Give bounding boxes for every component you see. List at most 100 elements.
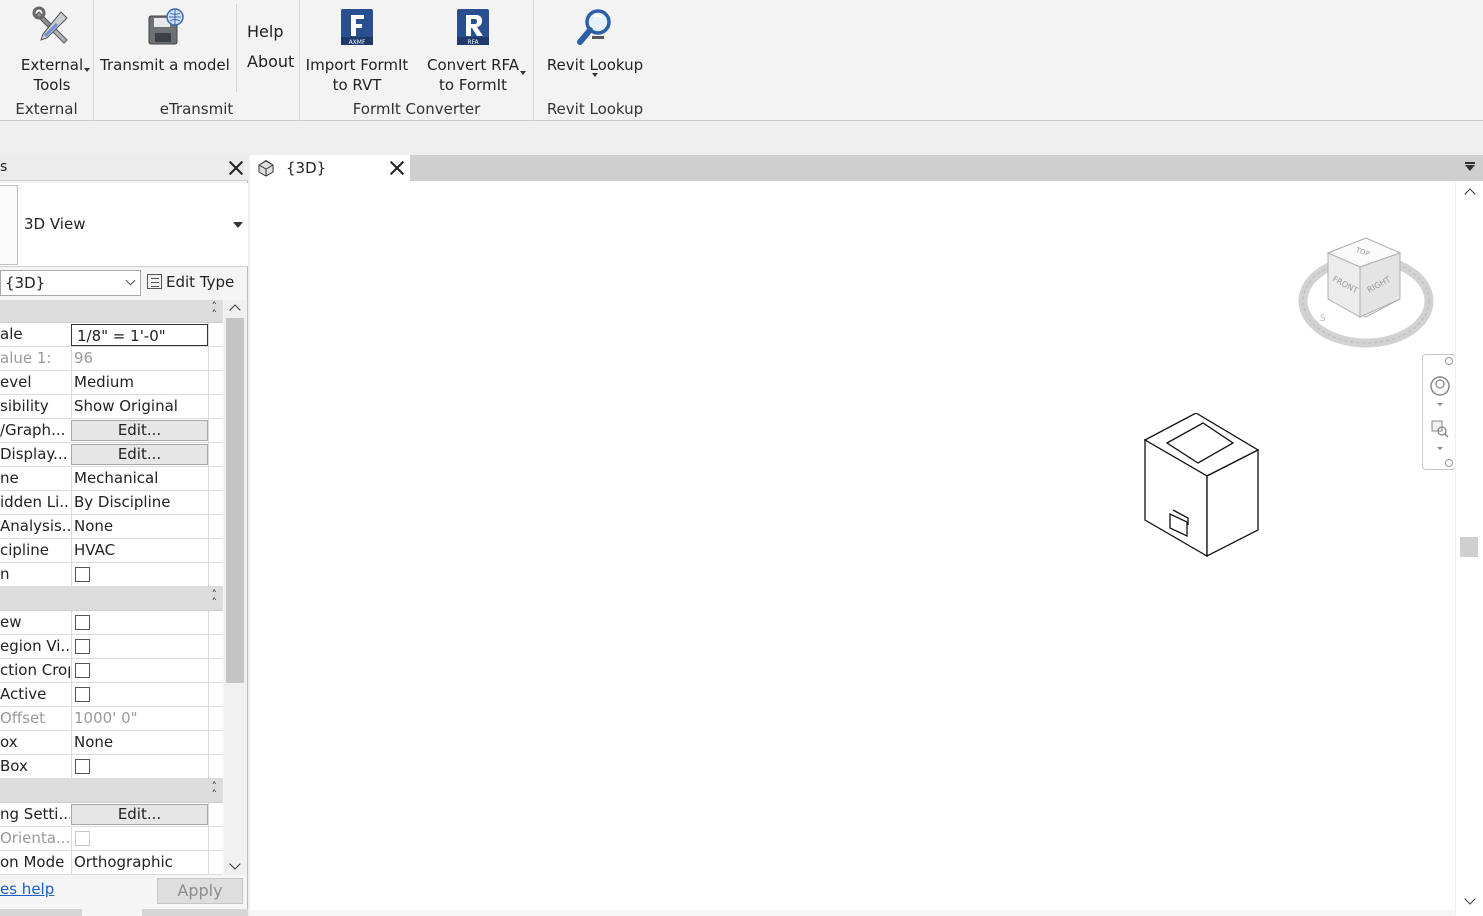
view-tab-bar: {3D}: [250, 155, 1483, 181]
property-checkbox[interactable]: [75, 567, 90, 582]
steering-wheel-icon[interactable]: [1429, 375, 1451, 397]
collapse-icon[interactable]: ˄ ˄: [212, 301, 218, 320]
properties-scrollbar[interactable]: [224, 300, 246, 875]
property-checkbox: [75, 831, 90, 846]
ribbon: External Tools External Transmit a model…: [0, 0, 1483, 121]
property-value[interactable]: None: [71, 515, 208, 538]
property-checkbox[interactable]: [75, 663, 90, 678]
property-value[interactable]: HVAC: [71, 539, 208, 562]
ribbon-options-strip: [0, 121, 1483, 155]
property-checkbox[interactable]: [75, 759, 90, 774]
help-button[interactable]: Help: [247, 22, 283, 41]
external-tools-button[interactable]: External Tools: [14, 0, 90, 95]
property-row: Box: [0, 755, 223, 779]
scroll-down-icon[interactable]: [229, 858, 241, 870]
import-formit-label-1: Import FormIt: [305, 56, 409, 74]
property-group-header[interactable]: ˄ ˄: [0, 587, 223, 611]
instance-selector-row: {3D} Edit Type: [0, 269, 248, 299]
property-value[interactable]: Orthographic: [71, 851, 208, 874]
chevron-down-icon[interactable]: [233, 222, 243, 228]
panel-title-external: External: [15, 100, 78, 118]
close-icon[interactable]: [228, 160, 244, 176]
edit-button[interactable]: Edit...: [71, 444, 208, 465]
property-row: n: [0, 563, 223, 587]
property-checkbox[interactable]: [75, 687, 90, 702]
view-scrollbar[interactable]: [1455, 181, 1483, 916]
property-name: cipline: [0, 541, 50, 559]
close-icon[interactable]: [389, 160, 405, 176]
scrollbar-thumb[interactable]: [1460, 537, 1478, 557]
lookup-icon: [540, 6, 650, 53]
scroll-up-icon[interactable]: [229, 304, 241, 316]
chevron-down-icon[interactable]: [1437, 447, 1443, 450]
instance-filter-combo[interactable]: {3D}: [0, 270, 141, 296]
cell-divider: [208, 707, 209, 730]
transmit-model-button[interactable]: Transmit a model: [100, 0, 230, 75]
collapse-icon[interactable]: ˄ ˄: [212, 589, 218, 608]
panel-title-revit-lookup: Revit Lookup: [546, 100, 644, 118]
property-row: Analysis... None: [0, 515, 223, 539]
about-button[interactable]: About: [247, 52, 294, 71]
tab-3d[interactable]: {3D}: [250, 155, 410, 181]
navbar-close-icon[interactable]: [1445, 357, 1453, 365]
type-selector[interactable]: 3D View: [0, 183, 248, 267]
property-row: ale 1/8" = 1'-0": [0, 323, 223, 347]
property-name: ne: [0, 469, 19, 487]
property-value-cell: [71, 755, 208, 778]
property-name: Active: [0, 685, 47, 703]
property-name: ew: [0, 613, 22, 631]
property-value: 96: [71, 347, 208, 370]
scroll-up-icon[interactable]: [1464, 188, 1476, 200]
property-name: on Mode: [0, 853, 65, 871]
cell-divider: [208, 395, 209, 418]
revit-lookup-label: Revit Lookup: [546, 56, 644, 74]
zoom-icon[interactable]: [1430, 419, 1450, 439]
property-checkbox[interactable]: [75, 615, 90, 630]
convert-rfa-button[interactable]: RFA Convert RFA to FormIt: [420, 0, 526, 95]
cell-divider: [208, 755, 209, 778]
property-row: ew: [0, 611, 223, 635]
palette-tab[interactable]: [82, 909, 142, 916]
property-group-header[interactable]: ˄ ˄: [0, 300, 223, 323]
collapse-icon[interactable]: ˄ ˄: [212, 781, 218, 800]
scrollbar-thumb[interactable]: [226, 318, 244, 683]
edit-button[interactable]: Edit...: [71, 804, 208, 825]
property-value[interactable]: Medium: [71, 371, 208, 394]
property-name: Box: [0, 757, 28, 775]
property-value[interactable]: Show Original: [71, 395, 208, 418]
property-value[interactable]: By Discipline: [71, 491, 208, 514]
property-checkbox[interactable]: [75, 639, 90, 654]
property-value-input[interactable]: 1/8" = 1'-0": [71, 324, 208, 346]
edit-button[interactable]: Edit...: [71, 420, 208, 441]
properties-header: s: [0, 155, 248, 181]
view-horizontal-scrollbar[interactable]: [250, 910, 1455, 916]
tools-icon: [14, 6, 90, 53]
cell-divider: [208, 659, 209, 682]
property-value-cell: [71, 827, 208, 850]
viewcube[interactable]: TOP FRONT RIGHT S: [1298, 233, 1434, 349]
transmit-model-label: Transmit a model: [100, 56, 230, 74]
property-value[interactable]: Mechanical: [71, 467, 208, 490]
property-value[interactable]: None: [71, 731, 208, 754]
property-name: egion Vi...: [0, 637, 70, 655]
property-row: Offset 1000' 0": [0, 707, 223, 731]
drawing-canvas[interactable]: TOP FRONT RIGHT S: [250, 181, 1455, 916]
property-value-cell: [71, 611, 208, 634]
scroll-down-icon[interactable]: [1464, 893, 1476, 905]
cell-divider: [208, 323, 209, 346]
chevron-down-icon[interactable]: [1437, 403, 1443, 406]
property-group-header[interactable]: ˄ ˄: [0, 779, 223, 803]
apply-button[interactable]: Apply: [157, 878, 243, 904]
property-name: ox: [0, 733, 18, 751]
navbar-options-icon[interactable]: [1445, 459, 1453, 467]
property-row: ox None: [0, 731, 223, 755]
revit-window: External Tools External Transmit a model…: [0, 0, 1483, 916]
model-wireframe[interactable]: [1140, 413, 1265, 563]
revit-lookup-button[interactable]: Revit Lookup: [540, 0, 650, 77]
tab-menu-icon[interactable]: [1465, 162, 1475, 171]
edit-type-button[interactable]: Edit Type: [147, 273, 234, 291]
properties-help-link[interactable]: es help: [0, 880, 54, 898]
property-name: evel: [0, 373, 32, 391]
property-row: /Graph... Edit...: [0, 419, 223, 443]
import-formit-button[interactable]: AXMF Import FormIt to RVT: [304, 0, 410, 95]
